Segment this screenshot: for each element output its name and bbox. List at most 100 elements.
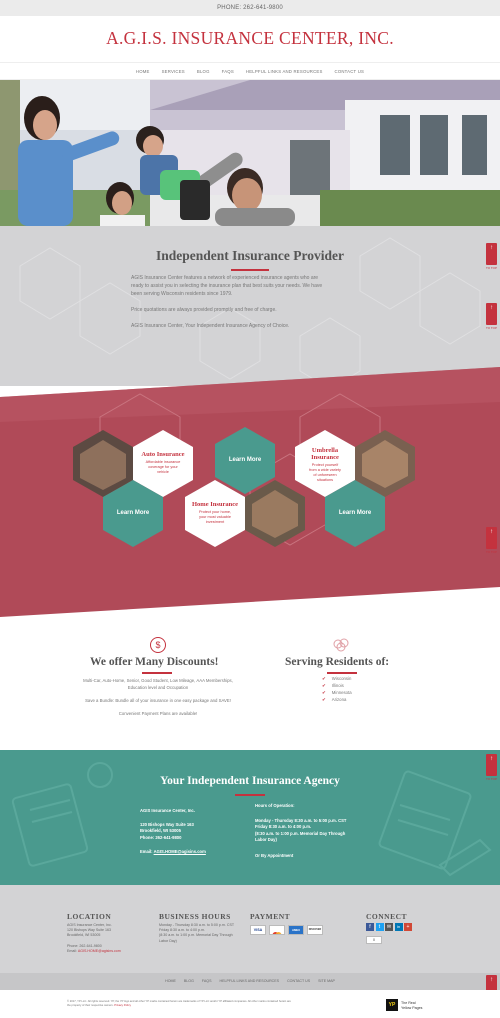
yp-tagline-line: Yellow Pages: [401, 1005, 423, 1010]
hours-line-4: Labor Day): [255, 837, 277, 842]
doodle-background: [11, 762, 492, 877]
footer-hours-line: (8:30 a.m. to 1:00 p.m. Memorial Day Thr…: [159, 933, 233, 938]
discounts-section: $ We offer Many Discounts! Multi-Car, Au…: [0, 632, 500, 750]
social-links: f t ✉ in +: [366, 923, 412, 931]
serving-title: Serving Residents of:: [285, 656, 390, 668]
discover-icon: DISCOVER: [307, 925, 323, 935]
check-icon: ✔: [322, 676, 326, 681]
up-arrow-icon: ↑: [490, 756, 493, 762]
home-learn-more-button[interactable]: Learn More: [215, 457, 275, 463]
services-background: [0, 367, 500, 617]
state-list-item: ✔ Illinois: [322, 683, 344, 689]
hero-illustration: [0, 80, 500, 226]
check-icon: ✔: [322, 683, 326, 688]
footer-nav-contact[interactable]: CONTACT US: [287, 973, 310, 990]
up-arrow-icon: ↑: [490, 529, 493, 535]
footer-payment-title: PAYMENT: [250, 912, 291, 921]
up-arrow-icon: ↑: [490, 305, 493, 311]
footer-connect-title: CONNECT: [366, 912, 408, 921]
linkedin-icon[interactable]: in: [394, 923, 403, 931]
hours-line-2: Friday 8:30 a.m. to 4:00 p.m.: [255, 824, 312, 829]
agency-email-link[interactable]: AGIS.HOME@agisins.com: [154, 849, 206, 854]
home-insurance-title: Home Insurance: [191, 501, 239, 508]
intro-title: Independent Insurance Provider: [155, 248, 345, 263]
back-to-top-label: BACK TO TOP: [486, 546, 498, 554]
discounts-divider: [142, 672, 172, 674]
state-name: Minnesota: [331, 690, 352, 695]
back-to-top-label: BACK TO TOP: [486, 773, 498, 781]
state-name: Illinois: [331, 683, 344, 688]
nav-home[interactable]: HOME: [136, 63, 150, 79]
nav-services[interactable]: SERVICES: [162, 63, 185, 79]
top-phone-bar: PHONE: 262-641-9800: [0, 0, 500, 16]
footer-email-label: Email:: [67, 948, 77, 953]
auto-learn-more-button[interactable]: Learn More: [103, 510, 163, 516]
copyright-owners: the property of their respective owners.: [67, 1004, 114, 1007]
umbrella-learn-more-button[interactable]: Learn More: [325, 510, 385, 516]
legal-bar: © 2017, YP LLC. All rights reserved. YP,…: [0, 990, 500, 1018]
agency-divider: [235, 794, 265, 796]
auto-desc-line: vehicle: [157, 470, 169, 474]
dollar-icon: $: [150, 637, 166, 653]
intro-paragraph-2: Price quotations are always provided pro…: [131, 307, 277, 313]
email-label: Email:: [140, 849, 153, 854]
nav-blog[interactable]: BLOG: [197, 63, 210, 79]
yp-logo-icon[interactable]: YP: [386, 999, 398, 1011]
twitter-icon[interactable]: t: [375, 923, 384, 931]
check-icon: ✔: [322, 697, 326, 702]
umbrella-insurance-title: Umbrella Insurance: [295, 447, 355, 461]
up-arrow-icon: ↑: [490, 245, 493, 251]
footer-location-title: LOCATION: [67, 912, 112, 921]
discounts-line-3: Save a Bundle: Bundle all of your insura…: [85, 698, 231, 703]
discounts-title: We offer Many Discounts!: [90, 656, 219, 668]
footer-nav-faqs[interactable]: FAQS: [202, 973, 212, 990]
share-counter: 0: [366, 936, 382, 944]
agency-name: AGIS Insurance Center, Inc.: [140, 808, 195, 813]
footer-location-info: AGIS Insurance Center, Inc. 120 Bishops …: [67, 923, 121, 954]
footer-nav-blog[interactable]: BLOG: [184, 973, 194, 990]
discounts-line-4: Convenient Payment Plans are available!: [118, 711, 198, 716]
map-pins-icon: [333, 638, 349, 652]
footer: LOCATION AGIS Insurance Center, Inc. 120…: [0, 885, 500, 973]
umbrella-insurance-desc: Protect yourself from a wide variety of …: [295, 463, 355, 483]
hours-appointment: Or By Appointment: [255, 853, 294, 858]
facebook-icon[interactable]: f: [366, 923, 374, 931]
title-divider: [231, 269, 269, 271]
agency-section: Your Independent Insurance Agency AGIS I…: [0, 750, 500, 885]
yp-tagline: The Real Yellow Pages: [401, 1001, 422, 1010]
visa-icon: VISA: [250, 925, 266, 935]
back-to-top-label: BACK TO TOP: [486, 262, 498, 270]
umbrella-title-line: Insurance: [311, 454, 339, 461]
services-section: Auto Insurance Affordable insurance cove…: [0, 362, 500, 632]
home-desc-line: investment: [205, 520, 225, 524]
state-list-item: ✔ Wisconsin: [322, 676, 351, 682]
email-icon[interactable]: ✉: [385, 923, 393, 931]
hero-family-image: [0, 80, 500, 226]
agency-phone: Phone: 262-641-9800: [140, 835, 182, 840]
footer-hours-line: Labor Day): [159, 938, 177, 943]
discounts-line-1: Multi-Car, Auto-Home, Senior, Good Stude…: [83, 678, 233, 683]
privacy-policy-link[interactable]: Privacy Policy: [114, 1004, 131, 1007]
footer-nav-sitemap[interactable]: SITE MAP: [318, 973, 335, 990]
main-nav: HOME SERVICES BLOG FAQS HELPFUL LINKS AN…: [0, 62, 500, 80]
site-title[interactable]: A.G.I.S. INSURANCE CENTER, INC.: [106, 28, 394, 48]
nav-contact[interactable]: CONTACT US: [335, 63, 365, 79]
footer-nav: HOME BLOG FAQS HELPFUL LINKS AND RESOURC…: [0, 973, 500, 990]
check-icon: ✔: [322, 690, 326, 695]
auto-insurance-title: Auto Insurance: [141, 451, 185, 458]
discounts-line-2: Education level and Occupation: [127, 685, 189, 690]
footer-email-link[interactable]: AGIS.HOME@agisins.com: [78, 949, 121, 953]
footer-hours-title: BUSINESS HOURS: [159, 912, 231, 921]
nav-helpful-links[interactable]: HELPFUL LINKS AND RESOURCES: [246, 63, 323, 79]
intro-paragraph-1b: ready to assist you in selecting the ins…: [131, 283, 323, 289]
amex-icon: AMEX: [288, 925, 304, 935]
copyright-text: © 2017, YP LLC. All rights reserved. YP,…: [67, 1000, 367, 1008]
state-name: Arizona: [331, 697, 347, 702]
up-arrow-icon: ↑: [490, 977, 493, 983]
footer-nav-home[interactable]: HOME: [165, 973, 176, 990]
mastercard-logo: [272, 932, 282, 934]
footer-nav-helpful-links[interactable]: HELPFUL LINKS AND RESOURCES: [219, 973, 279, 990]
share-plus-icon[interactable]: +: [404, 923, 412, 931]
agency-email-row: Email: AGIS.HOME@agisins.com: [140, 849, 206, 856]
nav-faqs[interactable]: FAQS: [222, 63, 234, 79]
